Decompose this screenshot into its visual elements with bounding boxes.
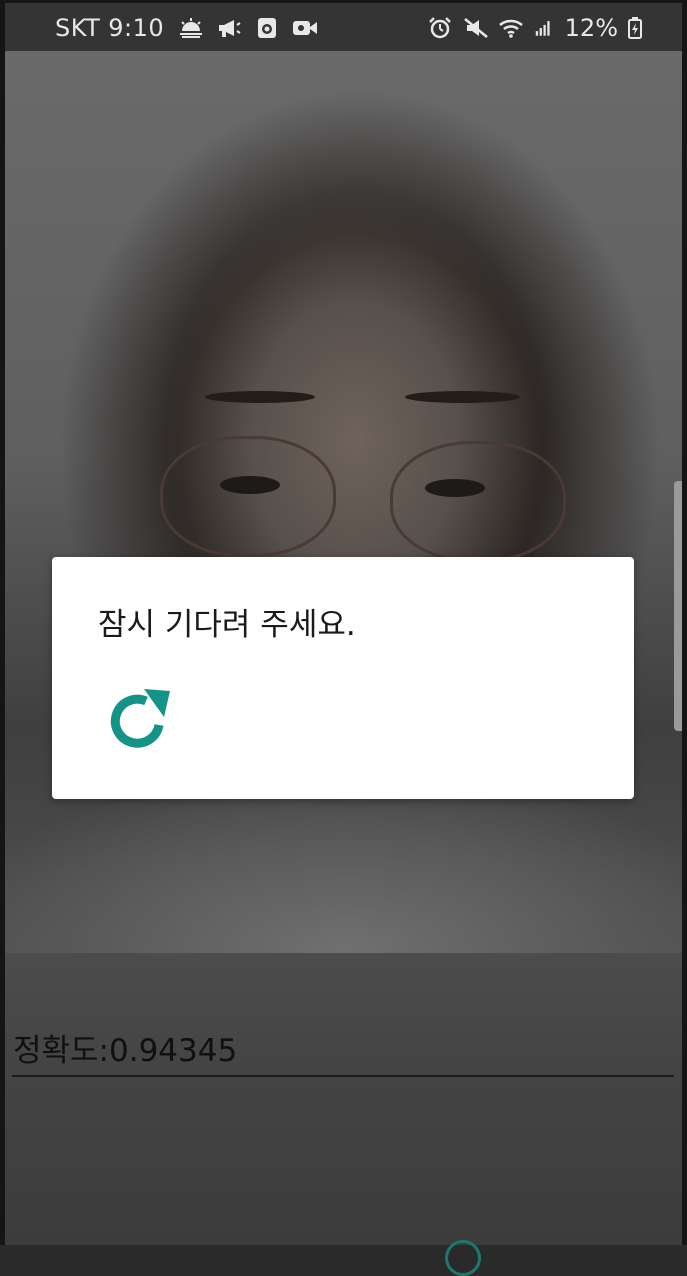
camera-feature (405, 391, 520, 403)
battery-percent: 12% (564, 14, 618, 42)
mute-icon (463, 18, 488, 38)
battery-charging-icon (628, 17, 642, 39)
camera-feature (160, 436, 336, 557)
capture-button[interactable] (445, 1240, 481, 1276)
signal-icon (535, 21, 550, 36)
camera-feature (390, 441, 566, 562)
carrier-label: SKT (55, 14, 101, 42)
edge-panel-handle[interactable] (674, 481, 682, 731)
status-bar: SKT 9:10 12% (5, 3, 682, 51)
loading-dialog: 잠시 기다려 주세요. (52, 557, 634, 799)
wifi-icon (498, 19, 523, 38)
accuracy-divider (12, 1075, 674, 1077)
camera-feature (205, 391, 315, 403)
refresh-icon (110, 689, 170, 748)
status-left: SKT 9:10 (55, 14, 318, 42)
video-icon (293, 21, 318, 35)
weather-icon (180, 18, 203, 38)
dialog-message: 잠시 기다려 주세요. (98, 607, 356, 643)
status-right: 12% (427, 14, 642, 42)
megaphone-icon (219, 20, 241, 37)
phone-screen: SKT 9:10 12% 정확도:0.94345 잠시 기다려 주세요. (0, 0, 687, 1276)
clock: 9:10 (108, 14, 165, 42)
alarm-icon (428, 17, 451, 39)
camera-preview (5, 51, 682, 953)
accuracy-text: 정확도:0.94345 (13, 1033, 238, 1069)
result-panel: 정확도:0.94345 (5, 953, 682, 1276)
camera-app-icon (258, 18, 277, 38)
